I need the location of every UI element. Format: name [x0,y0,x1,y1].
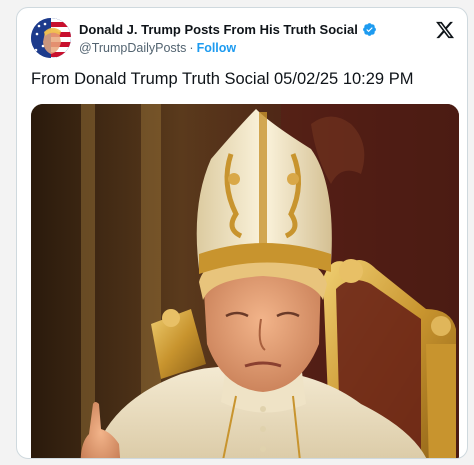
verified-badge-icon [362,23,376,36]
post-card[interactable]: Donald J. Trump Posts From His Truth Soc… [16,7,468,459]
separator-dot: · [189,41,194,55]
post-image[interactable] [31,104,459,458]
avatar-image [31,18,71,58]
x-logo-icon[interactable] [435,20,455,40]
avatar[interactable] [31,18,71,58]
pope-portrait-image [31,104,459,458]
display-name[interactable]: Donald J. Trump Posts From His Truth Soc… [79,22,358,37]
author-name-row: Donald J. Trump Posts From His Truth Soc… [79,22,377,37]
author-handle[interactable]: @TrumpDailyPosts [79,41,186,55]
post-text: From Donald Trump Truth Social 05/02/25 … [31,70,414,88]
handle-row: @TrumpDailyPosts · Follow [79,41,236,55]
follow-button[interactable]: Follow [197,41,237,55]
